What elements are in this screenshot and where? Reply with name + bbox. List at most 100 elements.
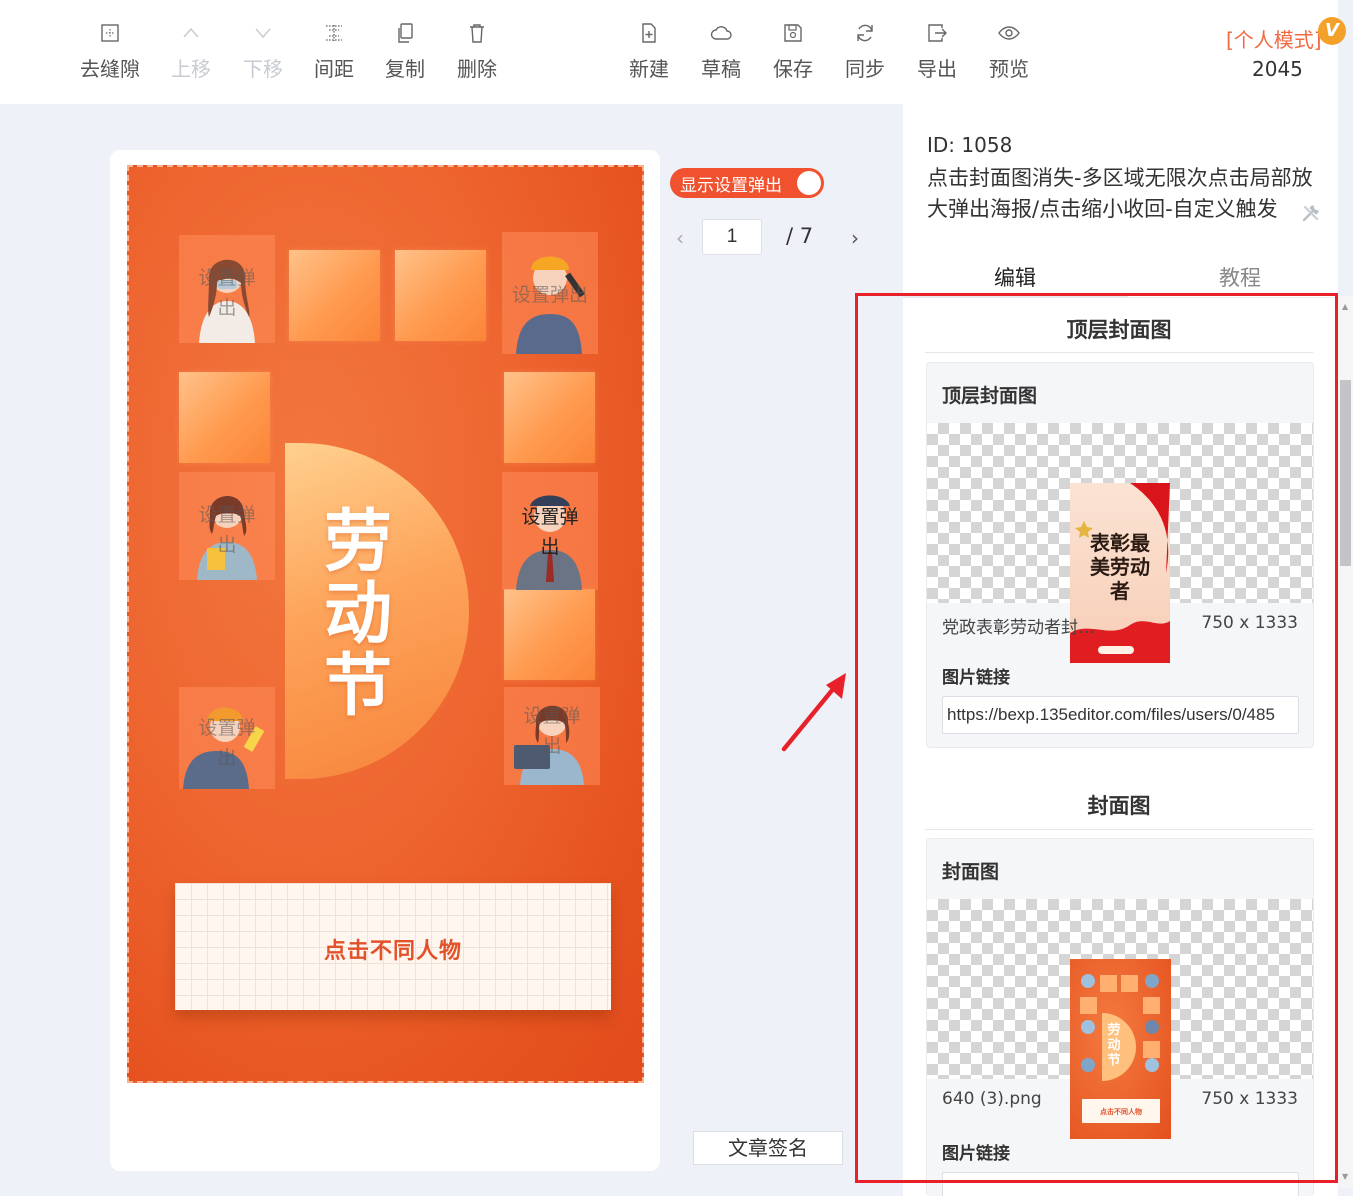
move-down-label: 下移	[243, 57, 283, 81]
vip-badge-icon[interactable]: V	[1318, 17, 1346, 45]
orange-tile	[289, 250, 380, 341]
template-id: ID: 1058	[927, 133, 1013, 157]
spacing-button[interactable]: 间距	[298, 22, 370, 88]
save-button[interactable]: 保存	[757, 22, 829, 88]
delete-label: 删除	[457, 57, 497, 81]
page-total: / 7	[786, 224, 814, 248]
popup-label: 设置弹出	[523, 705, 581, 757]
file-size: 750 x 1333	[1201, 613, 1298, 633]
preview-label: 预览	[989, 57, 1029, 81]
copy-button[interactable]: 复制	[369, 22, 441, 88]
image-link-input[interactable]	[942, 696, 1299, 734]
arrow-down-icon	[255, 28, 271, 39]
save-label: 保存	[773, 57, 813, 81]
user-number: 2045	[1252, 57, 1303, 81]
image-link-label: 图片链接	[942, 1144, 1010, 1164]
card-title: 顶层封面图	[942, 385, 1038, 407]
popup-label: 设置弹出	[511, 284, 588, 306]
file-name: 640 (3).png	[942, 1089, 1042, 1109]
move-up-button[interactable]: 上移	[155, 22, 227, 88]
tab-active-underline	[903, 296, 1128, 298]
export-label: 导出	[917, 57, 957, 81]
worker-office[interactable]: 设置弹出	[504, 687, 600, 785]
wrench-icon[interactable]	[1301, 203, 1321, 223]
spacing-icon	[326, 25, 342, 41]
image-link-label: 图片链接	[942, 668, 1010, 688]
orange-tile	[504, 589, 595, 680]
sync-icon	[857, 24, 873, 42]
thumb1-text: 表彰最美劳动者	[1090, 531, 1150, 603]
template-title: 点击封面图消失-多区域无限次点击局部放大弹出海报/点击缩小收回-自定义触发	[927, 166, 1313, 221]
new-file-icon	[642, 23, 656, 43]
remove-gap-icon	[101, 24, 119, 42]
export-icon	[928, 24, 947, 42]
worker-teacher[interactable]: 设置弹出	[179, 472, 275, 580]
cover-thumbnail[interactable]: 劳动节 点击不同人物	[1070, 959, 1171, 1139]
next-page-icon[interactable]: ›	[851, 226, 859, 250]
worker-doctor[interactable]: 设置弹出	[179, 235, 275, 343]
prev-page-icon[interactable]: ‹	[676, 226, 684, 250]
section-heading-top-cover: 顶层封面图	[1066, 318, 1172, 342]
cloud-icon	[710, 26, 732, 40]
toggle-knob	[797, 171, 821, 195]
image-preview-area[interactable]: 表彰最美劳动者	[927, 423, 1313, 663]
scroll-down-icon[interactable]: ▼	[1342, 1172, 1348, 1181]
save-icon	[784, 24, 802, 42]
copy-icon	[398, 23, 413, 43]
orange-tile	[395, 250, 486, 341]
file-name: 党政表彰劳动者封…	[942, 618, 1095, 638]
section-heading-cover: 封面图	[1087, 794, 1151, 818]
file-size: 750 x 1333	[1201, 1089, 1298, 1109]
move-down-button[interactable]: 下移	[227, 22, 299, 88]
worker-police[interactable]: 设置弹出	[502, 472, 598, 590]
copy-label: 复制	[385, 57, 425, 81]
popup-label: 设置弹出	[521, 506, 579, 558]
popup-label: 设置弹出	[198, 717, 256, 769]
top-cover-card: 顶层封面图 表彰最美劳动者 党政表彰劳动者封… 750 x 1333 图片链接	[926, 362, 1314, 748]
image-preview-area[interactable]: 劳动节 点击不同人物	[927, 899, 1313, 1139]
section-divider	[925, 352, 1313, 353]
section-divider	[925, 829, 1313, 830]
card-title: 封面图	[942, 861, 1000, 883]
worker-firefighter[interactable]: 设置弹出	[179, 687, 275, 789]
personal-mode-link[interactable]: [个人模式]	[1226, 24, 1322, 53]
sync-label: 同步	[845, 57, 885, 81]
worker-builder[interactable]: 设置弹出	[502, 232, 598, 354]
draft-button[interactable]: 草稿	[685, 22, 757, 88]
export-button[interactable]: 导出	[901, 22, 973, 88]
poster-title: 劳动节	[323, 503, 394, 726]
trash-icon	[470, 24, 484, 43]
image-link-input[interactable]	[942, 1172, 1299, 1196]
preview-button[interactable]: 预览	[973, 22, 1045, 88]
scrollbar-thumb[interactable]	[1340, 380, 1351, 566]
article-signature-button[interactable]: 文章签名	[693, 1131, 843, 1165]
popup-label: 设置弹出	[198, 504, 256, 556]
popup-label: 设置弹出	[198, 267, 256, 319]
draft-label: 草稿	[701, 57, 741, 81]
remove-gap-button[interactable]: 去缝隙	[74, 22, 146, 88]
scroll-up-icon[interactable]: ▲	[1342, 302, 1348, 311]
cta-box[interactable]: 点击不同人物	[175, 883, 611, 1010]
delete-button[interactable]: 删除	[441, 22, 513, 88]
toolbar: 去缝隙 上移 下移 间距 复制 删除 新建 草稿 保存 同步 导出 预览 [个人…	[0, 0, 1346, 104]
tab-tutorial[interactable]: 教程	[1219, 262, 1261, 292]
show-popup-label: 显示设置弹出	[680, 176, 782, 196]
orange-tile	[504, 372, 595, 463]
thumb2-title: 劳动节	[1107, 1023, 1121, 1068]
move-up-label: 上移	[171, 57, 211, 81]
remove-gap-label: 去缝隙	[80, 57, 140, 81]
spacing-label: 间距	[314, 57, 354, 81]
show-popup-toggle[interactable]: 显示设置弹出	[670, 168, 824, 198]
orange-tile	[179, 372, 270, 463]
arrow-up-icon	[183, 27, 199, 38]
sync-button[interactable]: 同步	[829, 22, 901, 88]
new-label: 新建	[629, 57, 669, 81]
cover-card: 封面图 劳动节 点击不同人物 640 (3).png 750 x 1333 图片…	[926, 838, 1314, 1196]
thumb2-cta: 点击不同人物	[1100, 1108, 1142, 1116]
tab-edit[interactable]: 编辑	[994, 262, 1036, 292]
page-number-input[interactable]	[702, 219, 762, 255]
cta-text: 点击不同人物	[323, 939, 462, 964]
annotation-arrow-icon	[781, 673, 846, 752]
eye-icon	[998, 26, 1020, 40]
new-button[interactable]: 新建	[613, 22, 685, 88]
